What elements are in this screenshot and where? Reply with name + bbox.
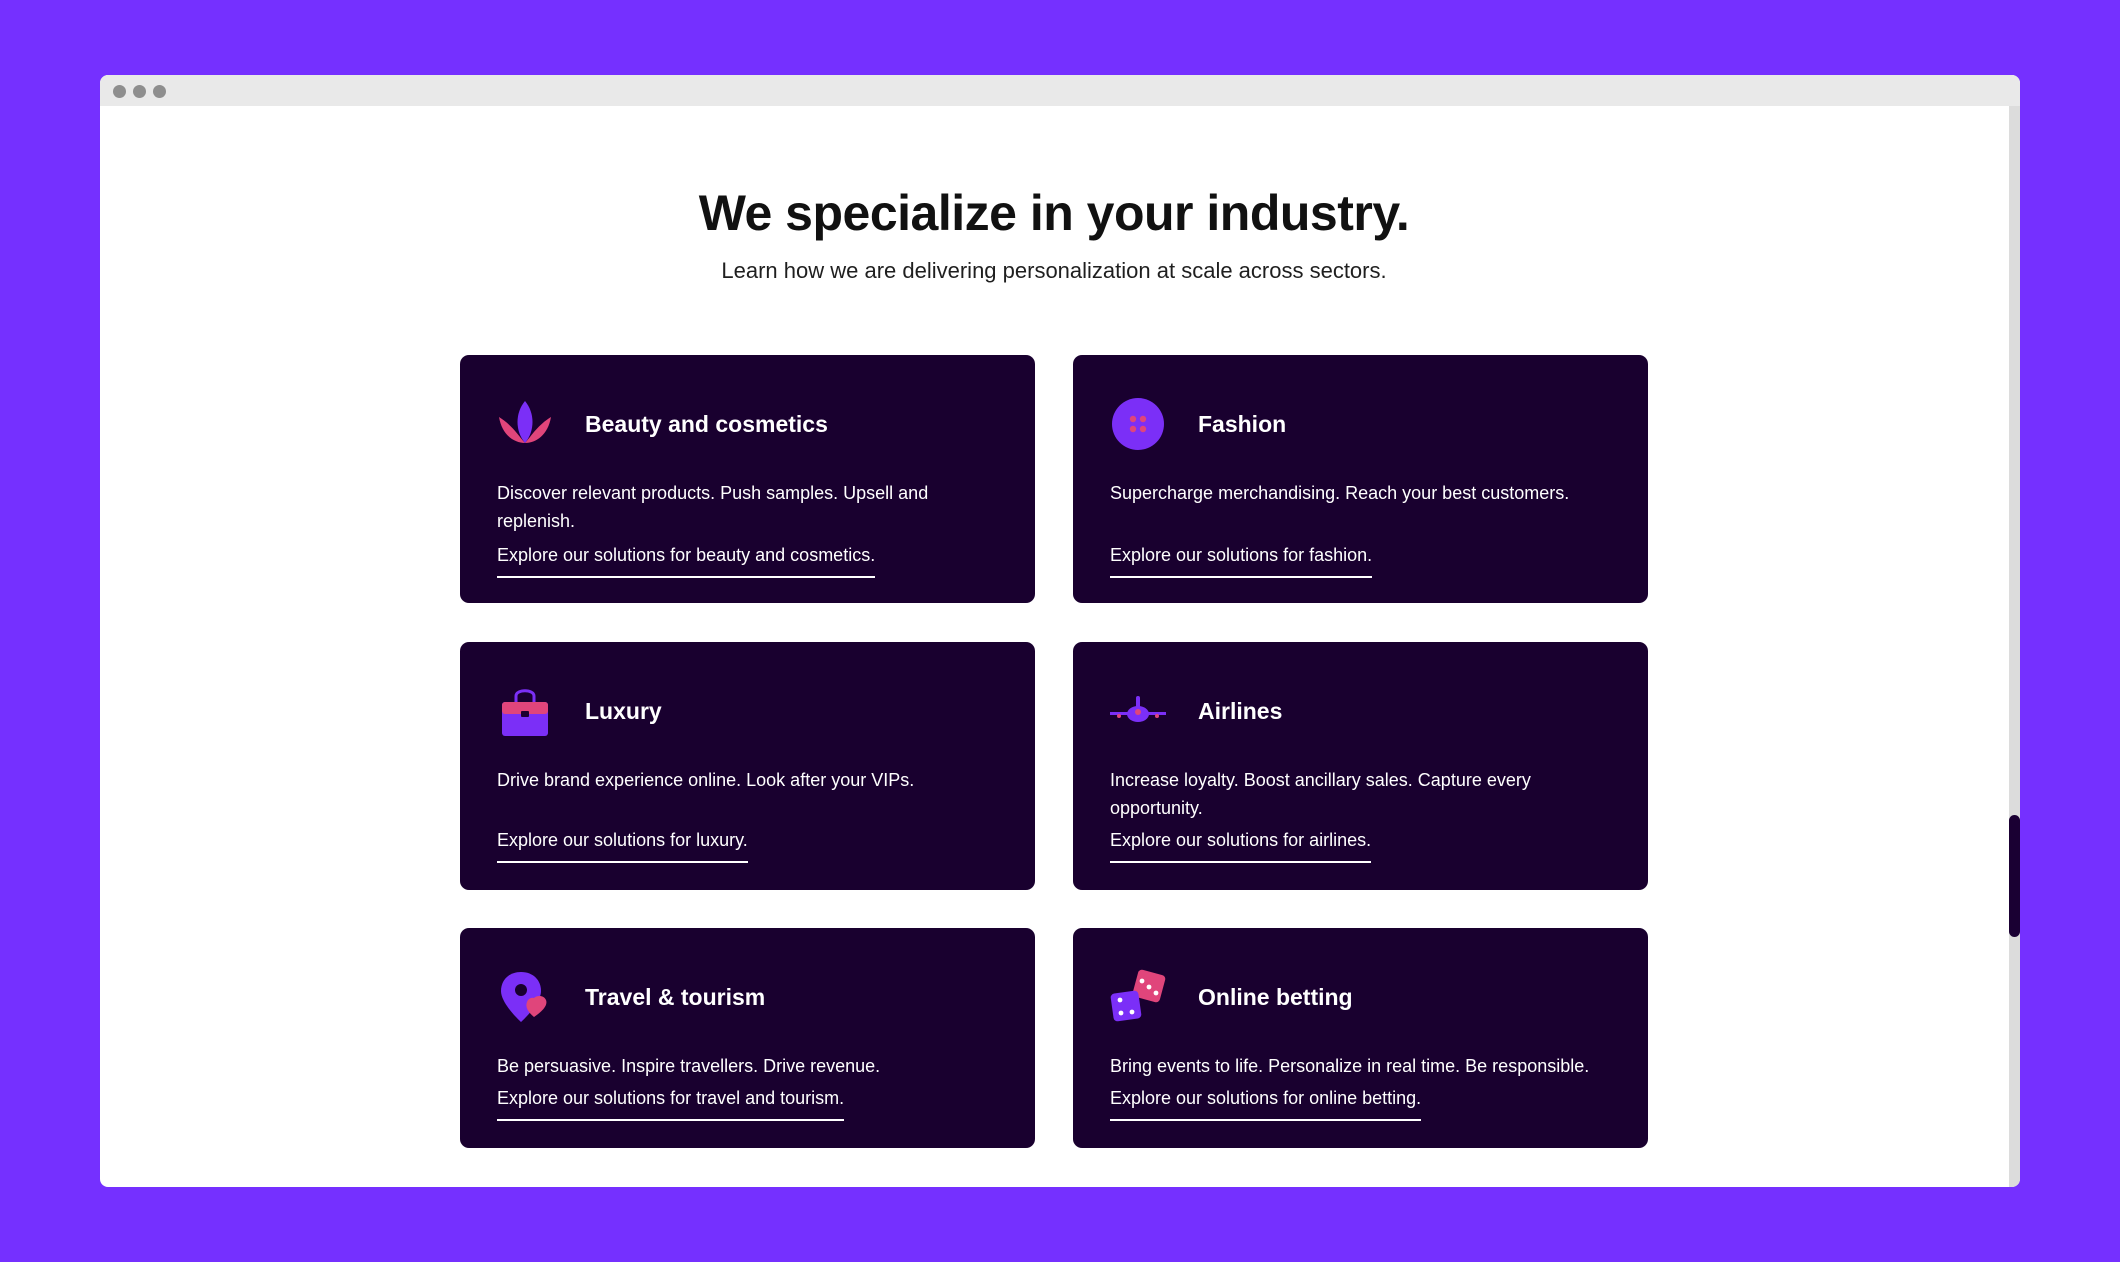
card-link[interactable]: Explore our solutions for beauty and cos… (497, 545, 876, 578)
scrollbar-track[interactable] (2009, 106, 2020, 1187)
card-description: Bring events to life. Personalize in rea… (1110, 1056, 1590, 1076)
card-title: Beauty and cosmetics (585, 411, 828, 437)
airplane-icon (1109, 682, 1167, 740)
card-link[interactable]: Explore our solutions for luxury. (497, 830, 748, 863)
window-control-dot[interactable] (133, 85, 146, 98)
window-control-dot[interactable] (113, 85, 126, 98)
card-title: Travel & tourism (585, 984, 766, 1010)
card-link[interactable]: Explore our solutions for fashion. (1110, 545, 1373, 578)
card-title: Online betting (1198, 984, 1353, 1010)
map-pin-icon (496, 968, 554, 1026)
lotus-icon (496, 395, 554, 453)
industry-card-betting: Online betting Bring events to life. Per… (1073, 928, 1648, 1148)
card-link[interactable]: Explore our solutions for airlines. (1110, 830, 1372, 863)
card-description: Be persuasive. Inspire travellers. Drive… (497, 1056, 881, 1076)
card-description: Discover relevant products. Push samples… (497, 483, 929, 531)
section-heading: We specialize in your industry. (698, 185, 1410, 241)
scrollbar-thumb[interactable] (2009, 815, 2020, 937)
browser-window: We specialize in your industry. Learn ho… (100, 75, 2020, 1187)
window-titlebar (100, 75, 2020, 106)
card-link[interactable]: Explore our solutions for online betting… (1110, 1088, 1422, 1121)
card-description: Supercharge merchandising. Reach your be… (1110, 483, 1570, 503)
handbag-icon (496, 682, 554, 740)
window-control-dot[interactable] (153, 85, 166, 98)
industry-card-airlines: Airlines Increase loyalty. Boost ancilla… (1073, 642, 1648, 890)
card-description: Drive brand experience online. Look afte… (497, 770, 915, 790)
card-title: Airlines (1198, 698, 1283, 724)
button-icon (1109, 395, 1167, 453)
industry-card-luxury: Luxury Drive brand experience online. Lo… (460, 642, 1035, 890)
section-subheading: Learn how we are delivering personalizat… (721, 258, 1387, 283)
card-link[interactable]: Explore our solutions for travel and tou… (497, 1088, 845, 1121)
card-title: Luxury (585, 698, 662, 724)
card-description: Increase loyalty. Boost ancillary sales.… (1110, 770, 1531, 818)
industry-card-beauty: Beauty and cosmetics Discover relevant p… (460, 355, 1035, 603)
industry-card-travel: Travel & tourism Be persuasive. Inspire … (460, 928, 1035, 1148)
card-title: Fashion (1198, 411, 1287, 437)
dice-icon (1109, 968, 1167, 1026)
industry-card-fashion: Fashion Supercharge merchandising. Reach… (1073, 355, 1648, 603)
